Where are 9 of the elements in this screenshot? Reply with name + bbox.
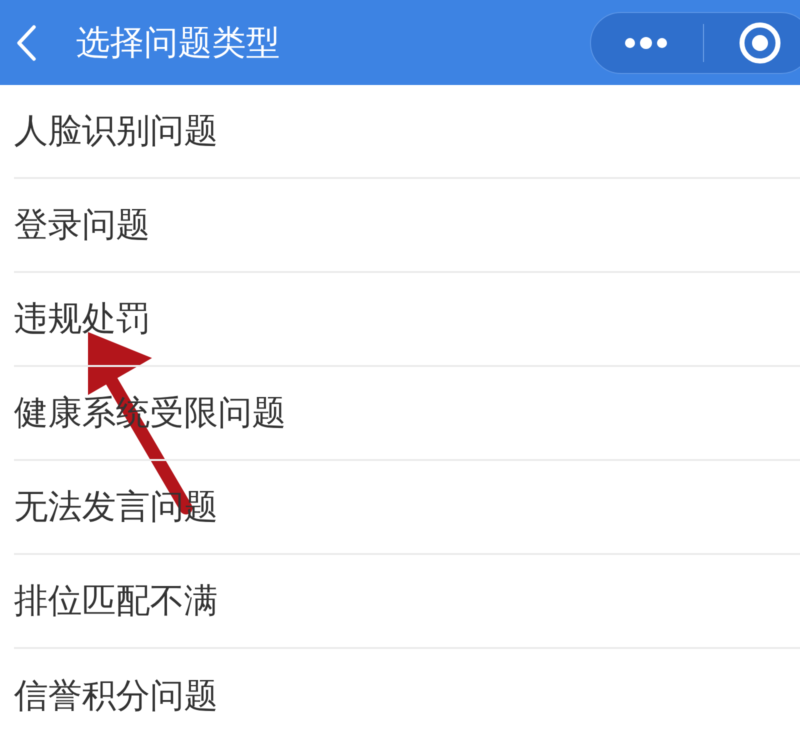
list-item[interactable]: 登录问题 (14, 179, 800, 273)
list-item[interactable]: 无法发言问题 (14, 461, 800, 555)
list-item[interactable]: 排位匹配不满 (14, 555, 800, 649)
close-icon[interactable] (738, 20, 782, 64)
list-item[interactable]: 人脸识别问题 (14, 85, 800, 179)
back-icon[interactable] (14, 22, 38, 62)
page-title: 选择问题类型 (76, 22, 281, 64)
more-icon[interactable] (624, 36, 668, 48)
list-item[interactable]: 信誉积分问题 (14, 649, 800, 743)
